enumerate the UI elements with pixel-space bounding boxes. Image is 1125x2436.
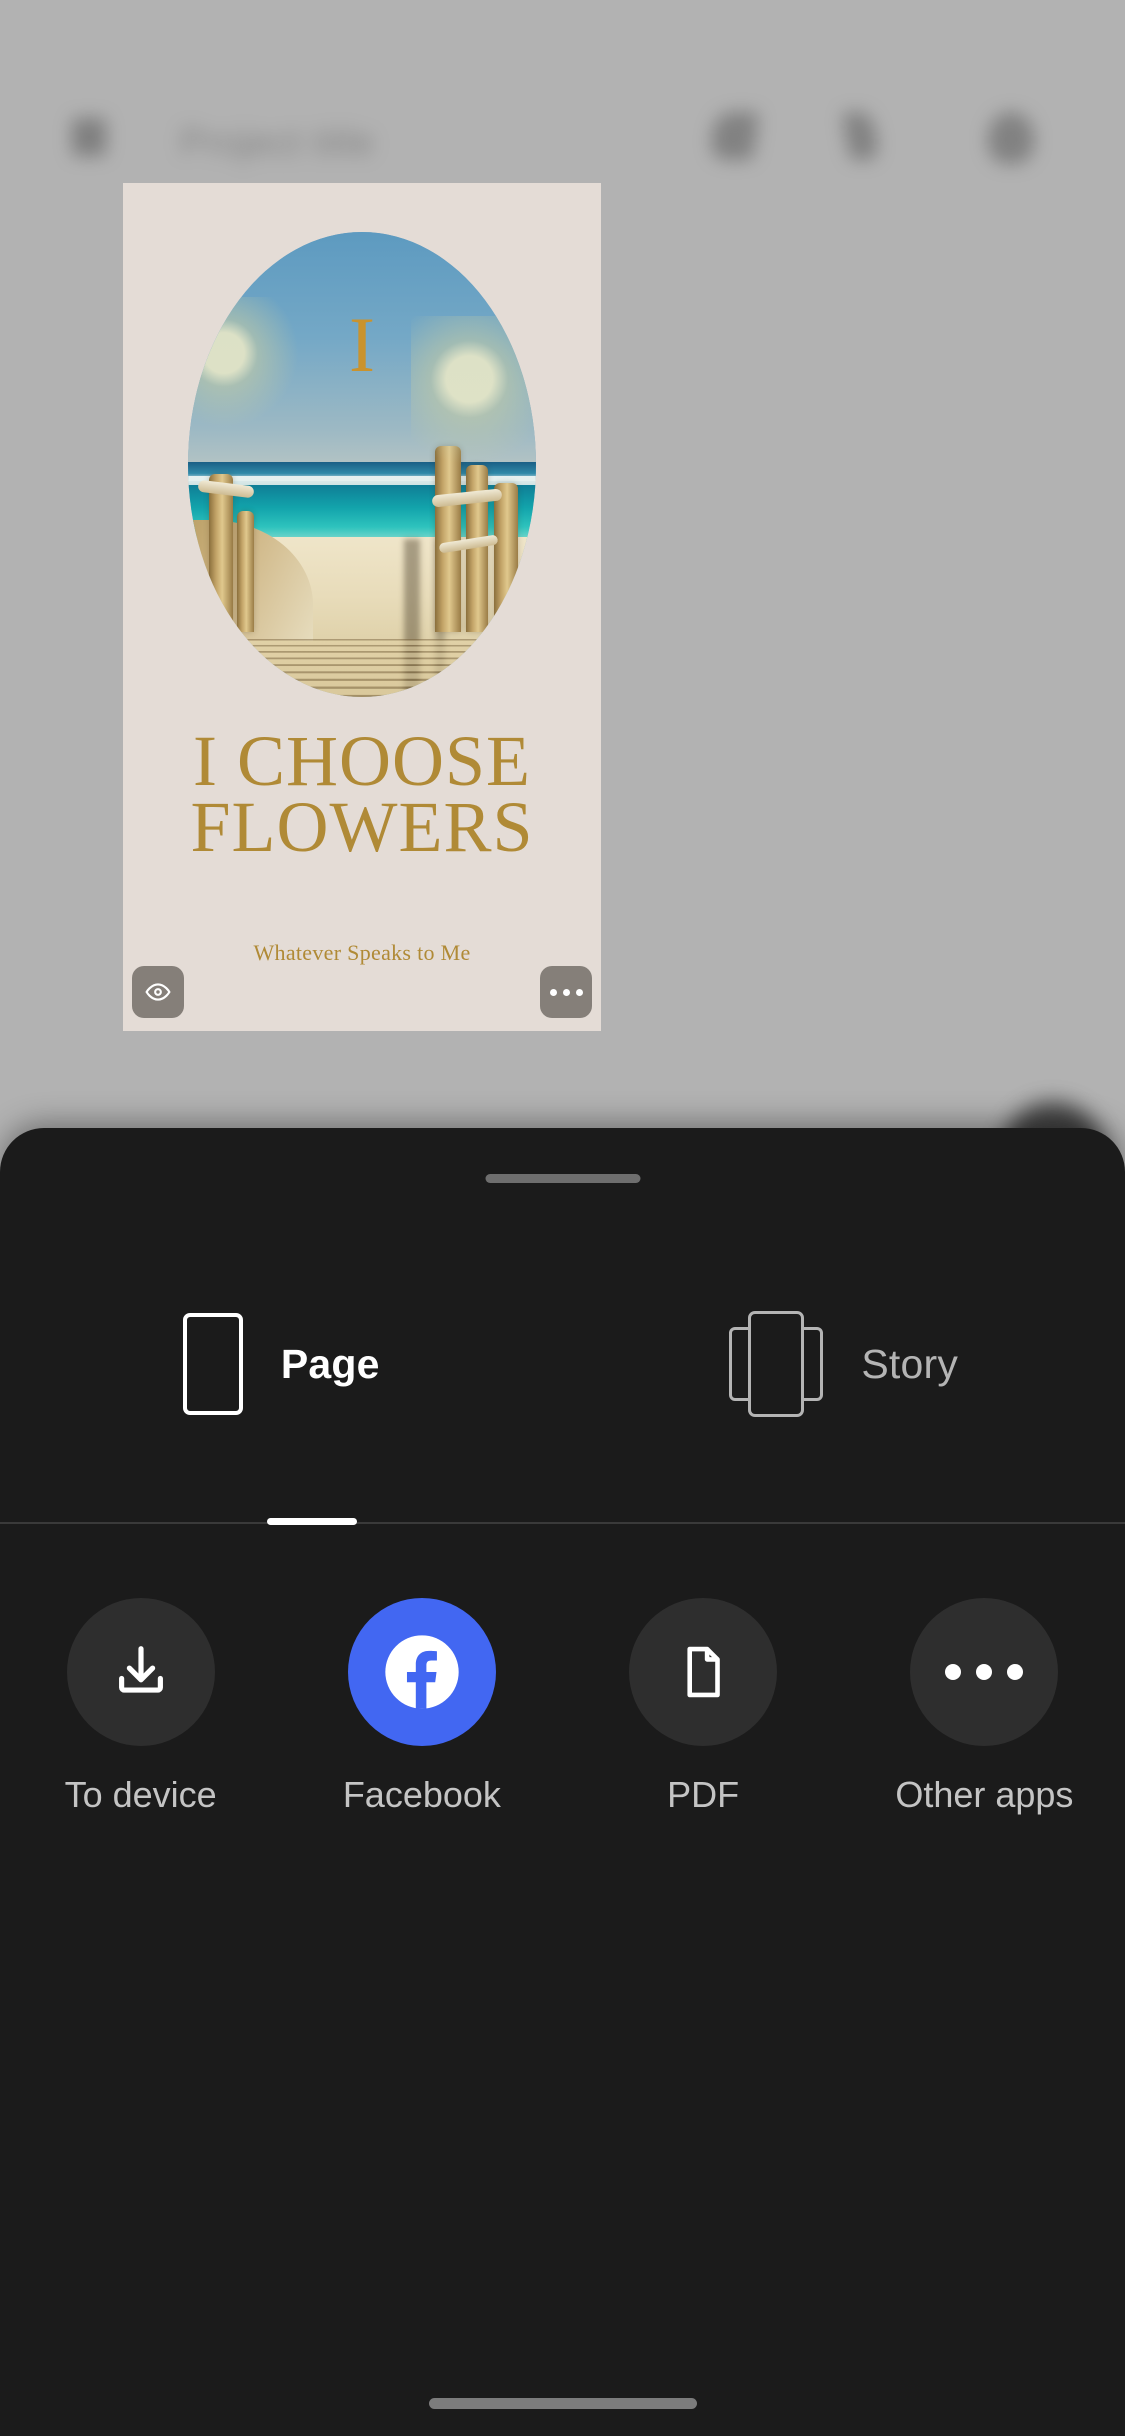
boardwalk-layer <box>215 638 509 697</box>
fence-post-icon <box>208 473 233 632</box>
home-indicator[interactable] <box>428 2398 697 2409</box>
back-arrow-icon[interactable] <box>72 118 106 156</box>
tab-story-label: Story <box>861 1340 959 1387</box>
to-device-label: To device <box>64 1774 217 1815</box>
other-apps-label: Other apps <box>895 1774 1074 1815</box>
editor-top-bar: Project title <box>0 82 1125 192</box>
share-sheet: Page Story To device Facebook PDF Other … <box>0 1128 1125 2436</box>
share-action-row: To device Facebook PDF Other apps <box>0 1598 1125 1816</box>
fence-post-icon <box>435 445 462 632</box>
facebook-icon <box>385 1635 459 1709</box>
headline-text[interactable]: I CHOOSE FLOWERS <box>123 725 601 863</box>
tab-page[interactable]: Page <box>0 1264 563 1464</box>
to-device-button[interactable] <box>66 1598 215 1746</box>
account-icon[interactable] <box>988 112 1034 164</box>
format-tab-bar: Page Story <box>0 1264 1125 1464</box>
fence-post-icon <box>236 511 254 632</box>
project-title: Project title <box>180 122 375 164</box>
redo-icon[interactable] <box>841 112 881 160</box>
drag-handle[interactable] <box>485 1174 640 1183</box>
fence-post-icon <box>494 483 519 632</box>
design-canvas[interactable]: I I CHOOSE FLOWERS Whatever Speaks to Me <box>123 183 601 1031</box>
card-more-button[interactable] <box>540 966 592 1018</box>
more-horizontal-icon <box>945 1664 1024 1680</box>
tab-page-label: Page <box>280 1340 380 1387</box>
photo-oval-frame[interactable]: I <box>188 232 536 697</box>
pdf-label: PDF <box>667 1774 740 1815</box>
preview-button[interactable] <box>132 966 184 1018</box>
share-option-facebook[interactable]: Facebook <box>281 1598 562 1816</box>
other-apps-button[interactable] <box>910 1598 1059 1746</box>
facebook-label: Facebook <box>342 1774 501 1815</box>
phone-screen: Project title I I CHOOSE FLOWERS Whateve… <box>0 0 1125 2436</box>
page-format-icon <box>182 1313 243 1415</box>
tab-story[interactable]: Story <box>563 1264 1125 1464</box>
active-tab-indicator <box>267 1518 357 1525</box>
story-format-icon <box>729 1311 824 1417</box>
tab-divider <box>0 1522 1125 1524</box>
share-option-pdf[interactable]: PDF <box>563 1598 844 1816</box>
pdf-button[interactable] <box>629 1598 778 1746</box>
subtitle-text[interactable]: Whatever Speaks to Me <box>123 940 601 966</box>
share-option-other-apps[interactable]: Other apps <box>844 1598 1125 1816</box>
more-horizontal-icon <box>549 988 583 996</box>
undo-icon[interactable] <box>708 112 760 160</box>
document-icon <box>687 1646 720 1698</box>
download-icon <box>118 1646 163 1693</box>
monogram-text: I <box>349 301 375 389</box>
eye-icon <box>145 983 171 1001</box>
facebook-button[interactable] <box>347 1598 496 1746</box>
share-option-to-device[interactable]: To device <box>0 1598 281 1816</box>
